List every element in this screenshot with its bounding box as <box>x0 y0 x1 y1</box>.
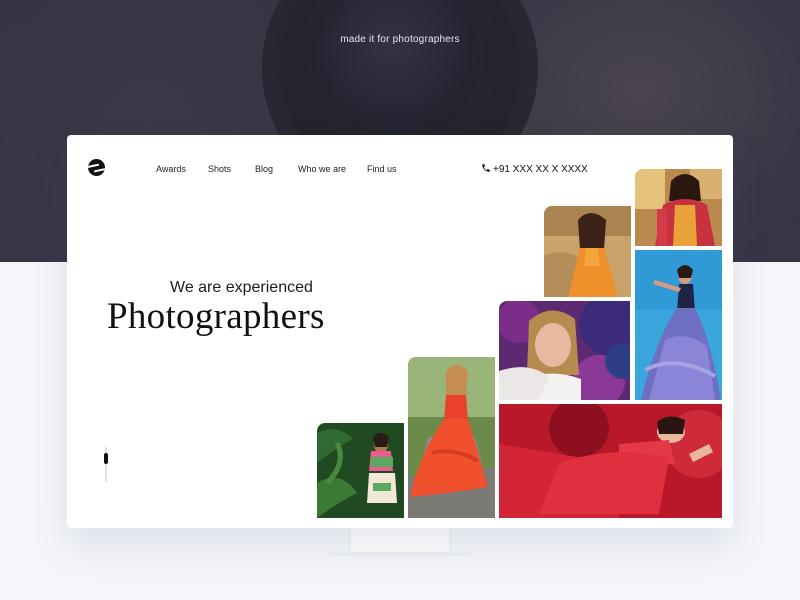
monitor-stand <box>351 528 449 554</box>
gallery-photo-blue-gown[interactable] <box>635 250 722 400</box>
nav-item-blog[interactable]: Blog <box>255 164 273 174</box>
hero-title: Photographers <box>107 296 325 337</box>
nav-item-shots[interactable]: Shots <box>208 164 231 174</box>
website-mockup-card: Awards Shots Blog Who we are Find us +91… <box>67 135 733 528</box>
brand-logo-icon[interactable] <box>88 159 105 176</box>
phone-number: +91 XXX XX X XXXX <box>493 164 588 175</box>
scroll-indicator-thumb[interactable] <box>104 453 108 464</box>
gallery-photo-bridal[interactable] <box>635 169 722 246</box>
gallery-photo-red-dress-walk[interactable] <box>408 357 495 518</box>
gallery-photo-jungle[interactable] <box>317 423 404 518</box>
monitor-stand-base <box>330 552 470 556</box>
gallery-photo-orange-dress[interactable] <box>544 206 631 297</box>
gallery-photo-red-gown[interactable] <box>499 404 722 518</box>
tagline: made it for photographers <box>340 34 460 45</box>
phone-icon <box>481 163 491 176</box>
nav-item-find-us[interactable]: Find us <box>367 164 397 174</box>
nav-item-awards[interactable]: Awards <box>156 164 186 174</box>
nav-item-who-we-are[interactable]: Who we are <box>298 164 346 174</box>
gallery-photo-purple-foliage[interactable] <box>499 301 630 400</box>
phone-contact[interactable]: +91 XXX XX X XXXX <box>481 163 588 176</box>
